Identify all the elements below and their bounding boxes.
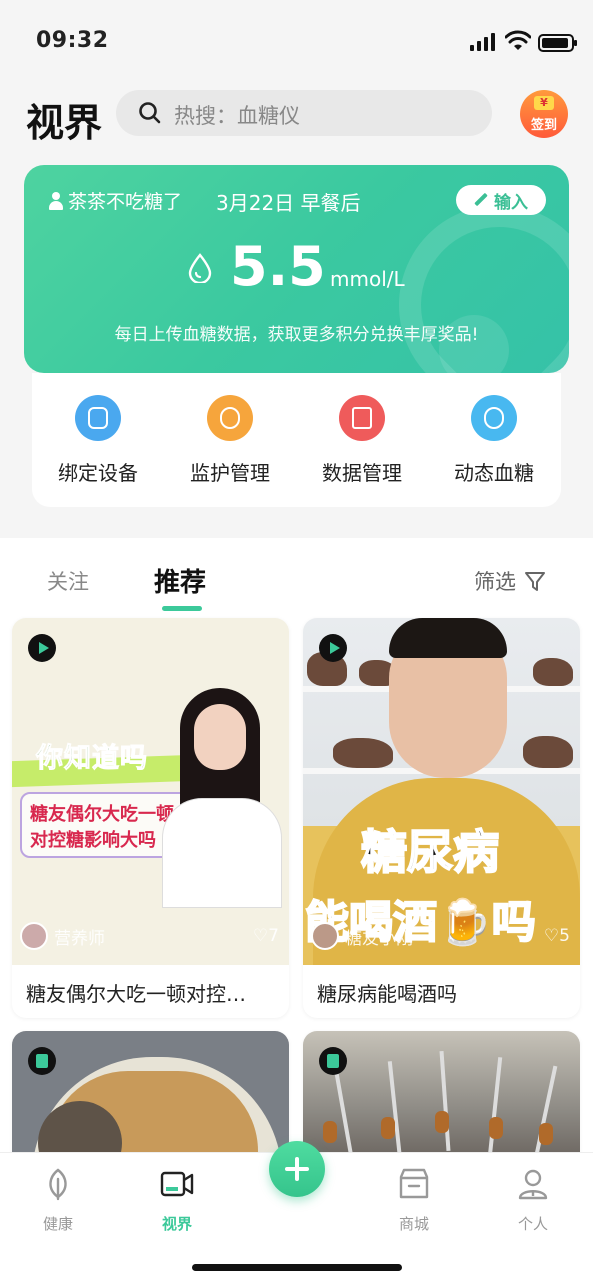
feed-tabs: 关注 推荐 筛选	[0, 538, 593, 618]
like-count-value: 7	[268, 926, 279, 946]
leaf-icon	[49, 1168, 67, 1201]
signin-label: 签到	[530, 118, 557, 133]
feed: 关注 推荐 筛选 你知道吗 糖友偶尔大吃一顿 对控糖影响大吗 营养师 ♡7 糖友…	[0, 538, 593, 1231]
pencil-icon	[474, 193, 488, 207]
store-icon	[399, 1168, 429, 1199]
nav-store[interactable]: 商城	[374, 1167, 454, 1234]
nav-health[interactable]: 健康	[18, 1167, 98, 1234]
note-icon	[28, 1047, 56, 1075]
filter-icon	[525, 572, 545, 591]
device-icon	[75, 395, 121, 441]
author-name: 营养师	[54, 928, 105, 949]
quick-dynamic-glucose[interactable]: 动态血糖	[428, 395, 560, 486]
nav-label: 健康	[42, 1215, 73, 1233]
nav-vision[interactable]: 视界	[137, 1167, 217, 1234]
battery-icon	[538, 34, 577, 52]
play-icon	[28, 634, 56, 662]
quick-label: 监护管理	[190, 461, 270, 485]
quick-label: 绑定设备	[58, 461, 138, 485]
cellular-signal-icon	[470, 33, 498, 51]
filter-label: 筛选	[474, 570, 516, 594]
input-glucose-button[interactable]: 输入	[456, 185, 546, 215]
glucose-tip: 每日上传血糖数据，获取更多积分兑换丰厚奖品!	[114, 325, 479, 345]
user-icon	[48, 191, 64, 210]
quick-label: 动态血糖	[454, 461, 534, 485]
glucose-value: 5.5	[230, 235, 326, 298]
status-time: 09:32	[36, 28, 109, 53]
thumb-line: 对控糖影响大吗	[30, 830, 156, 851]
search-icon	[139, 102, 161, 124]
card-title: 糖友偶尔大吃一顿对控…	[26, 982, 246, 1006]
quick-label: 数据管理	[322, 461, 402, 485]
quick-data-management[interactable]: 数据管理	[296, 395, 428, 486]
feed-card[interactable]: 糖尿病 能喝酒🍺吗 糖友小刚 ♡5 糖尿病能喝酒吗	[303, 618, 580, 1018]
nav-label: 个人	[517, 1215, 548, 1233]
card-title: 糖尿病能喝酒吗	[317, 982, 457, 1006]
glucose-card[interactable]: 茶茶不吃糖了 3月22日 早餐后 输入 5.5 mmol/L 每日上传血糖数据，…	[24, 165, 569, 373]
nav-label: 商城	[398, 1215, 429, 1233]
like-count: ♡5	[543, 926, 570, 946]
page-title: 视界	[26, 101, 103, 145]
wifi-icon	[505, 30, 531, 50]
add-post-button[interactable]	[269, 1141, 325, 1197]
coin-icon: ¥	[534, 96, 554, 110]
glucose-user-name: 茶茶不吃糖了	[68, 191, 183, 213]
nav-label: 视界	[161, 1215, 192, 1233]
card-author: 营养师	[20, 922, 105, 950]
person-icon	[518, 1169, 548, 1200]
tab-recommend[interactable]: 推荐	[154, 562, 206, 599]
card-thumbnail: 你知道吗 糖友偶尔大吃一顿 对控糖影响大吗 营养师 ♡7	[12, 618, 289, 965]
avatar	[311, 922, 339, 950]
presenter-image	[152, 678, 289, 908]
thumb-headline: 你知道吗	[36, 743, 148, 775]
feed-card[interactable]: 你知道吗 糖友偶尔大吃一顿 对控糖影响大吗 营养师 ♡7 糖友偶尔大吃一顿对控…	[12, 618, 289, 1018]
tab-indicator	[162, 606, 202, 611]
author-name: 糖友小刚	[345, 928, 413, 949]
signin-button[interactable]: ¥ 签到	[520, 90, 568, 138]
play-icon	[319, 634, 347, 662]
avatar	[20, 922, 48, 950]
like-count-value: 5	[559, 926, 570, 946]
tab-follow[interactable]: 关注	[47, 566, 89, 596]
card-author: 糖友小刚	[311, 922, 413, 950]
home-indicator[interactable]	[192, 1264, 402, 1271]
glucose-unit: mmol/L	[330, 267, 405, 291]
video-camera-icon	[160, 1171, 194, 1197]
like-count: ♡7	[252, 926, 279, 946]
sensor-icon	[471, 395, 517, 441]
quick-menu: 绑定设备 监护管理 数据管理 动态血糖	[32, 373, 561, 507]
chart-icon	[339, 395, 385, 441]
input-button-label: 输入	[494, 192, 528, 213]
search-input[interactable]: 热搜：血糖仪	[116, 90, 492, 136]
status-bar: 09:32	[0, 0, 593, 80]
filter-button[interactable]: 筛选	[474, 566, 546, 596]
header: 视界 热搜：血糖仪 ¥ 签到	[0, 80, 593, 150]
card-thumbnail: 糖尿病 能喝酒🍺吗 糖友小刚 ♡5	[303, 618, 580, 965]
thumb-headline: 糖尿病	[360, 824, 500, 880]
quick-bind-device[interactable]: 绑定设备	[32, 395, 164, 486]
glucose-user: 茶茶不吃糖了	[48, 187, 182, 214]
quick-guardian-management[interactable]: 监护管理	[164, 395, 296, 486]
blood-drop-icon	[188, 253, 212, 283]
glucose-date: 3月22日 早餐后	[216, 191, 361, 215]
search-placeholder: 热搜：血糖仪	[174, 104, 300, 128]
nav-profile[interactable]: 个人	[493, 1167, 573, 1234]
guardians-icon	[207, 395, 253, 441]
note-icon	[319, 1047, 347, 1075]
